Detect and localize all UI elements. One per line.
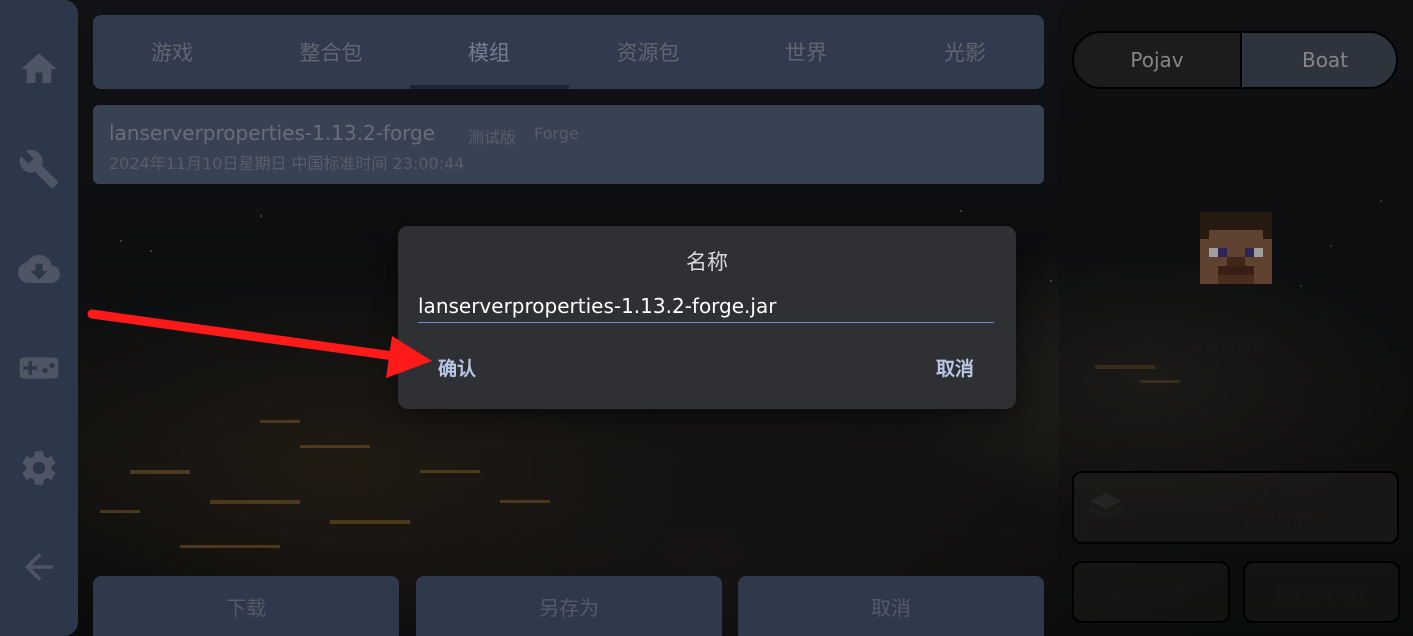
filename-input[interactable]	[418, 290, 994, 323]
dialog-title: 名称	[686, 250, 728, 274]
dialog-cancel-button[interactable]: 取消	[936, 354, 974, 381]
rename-dialog: 名称 确认 取消	[398, 226, 1016, 409]
confirm-button[interactable]: 确认	[438, 354, 476, 381]
